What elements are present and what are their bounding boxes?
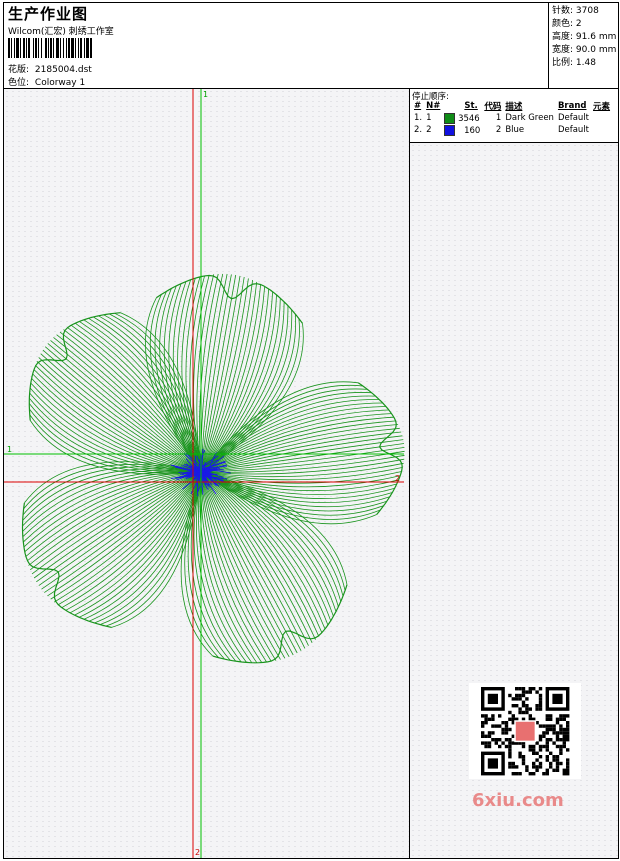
stop-sequence-table: # N# St. 代码 描述 Brand 元素 1. 1 3546 1 Dark… [412, 100, 612, 136]
start-marker-top: 1 [203, 90, 208, 99]
design-file-label: 花版: [8, 65, 30, 75]
qr-logo [514, 720, 537, 743]
petal-stitch-line [200, 395, 376, 473]
start-marker-left: 1 [7, 445, 12, 454]
col-n: N# [426, 101, 441, 111]
col-stitches: St. [464, 101, 478, 111]
petal-stitch-line [200, 471, 302, 651]
petal-stitch-line [196, 471, 242, 663]
color-swatch-dark-green [444, 112, 456, 124]
design-file-name: 2185004.dst [34, 65, 92, 75]
col-element: 元素 [593, 102, 611, 112]
stat-colors: 颜色: 2 [552, 19, 582, 29]
end-marker-right: 2 [395, 474, 400, 483]
table-row: 1. 1 3546 1 Dark Green Default [414, 112, 590, 124]
stat-scale: 比例: 1.48 [552, 58, 596, 68]
petal-stitch-line [59, 331, 202, 473]
stats-panel: 针数: 3708 颜色: 2 高度: 91.6 mm 宽度: 90.0 mm 比… [549, 3, 618, 89]
col-code: 代码 [484, 102, 502, 112]
page-title: 生产作业图 [8, 5, 89, 23]
petal-stitch-line [200, 388, 368, 473]
watermark-text: 6xiu.com [472, 790, 564, 811]
header-info: 生产作业图 Wilcom(汇宏) 刺绣工作室 花版: 2185004.dst 色… [4, 3, 549, 89]
col-brand: Brand [557, 101, 587, 111]
petal-stitch-line [200, 471, 281, 660]
end-marker-bottom: 2 [195, 848, 200, 857]
petal-stitch-line [50, 471, 202, 600]
design-file-row: 花版: 2185004.dst [8, 62, 92, 75]
colorway-row: 色位: Colorway 1 [8, 75, 85, 88]
table-row: 2. 2 160 2 Blue Default [414, 124, 590, 136]
stat-width: 宽度: 90.0 mm [552, 45, 617, 55]
table-header-row: # N# St. 代码 描述 Brand 元素 [412, 100, 612, 112]
petal-stitch-line [38, 357, 202, 473]
col-desc: 描述 [505, 102, 523, 112]
embroidery-design: 1 1 2 2 [4, 89, 405, 858]
qr-code [469, 683, 581, 779]
color-swatch-blue [444, 124, 456, 136]
col-index: # [414, 101, 422, 111]
design-preview: 1 1 2 2 [4, 89, 410, 858]
barcode [8, 38, 144, 58]
colorway-label: 色位: [8, 78, 30, 88]
stat-stitches: 针数: 3708 [552, 6, 599, 16]
stop-sequence-panel: 停止顺序: # N# St. 代码 描述 Brand 元素 1. 1 3546 [410, 89, 618, 143]
stat-height: 高度: 91.6 mm [552, 32, 617, 42]
petal-stitch-line [200, 439, 404, 473]
colorway-name: Colorway 1 [34, 78, 86, 88]
studio-name: Wilcom(汇宏) 刺绣工作室 [8, 27, 114, 37]
